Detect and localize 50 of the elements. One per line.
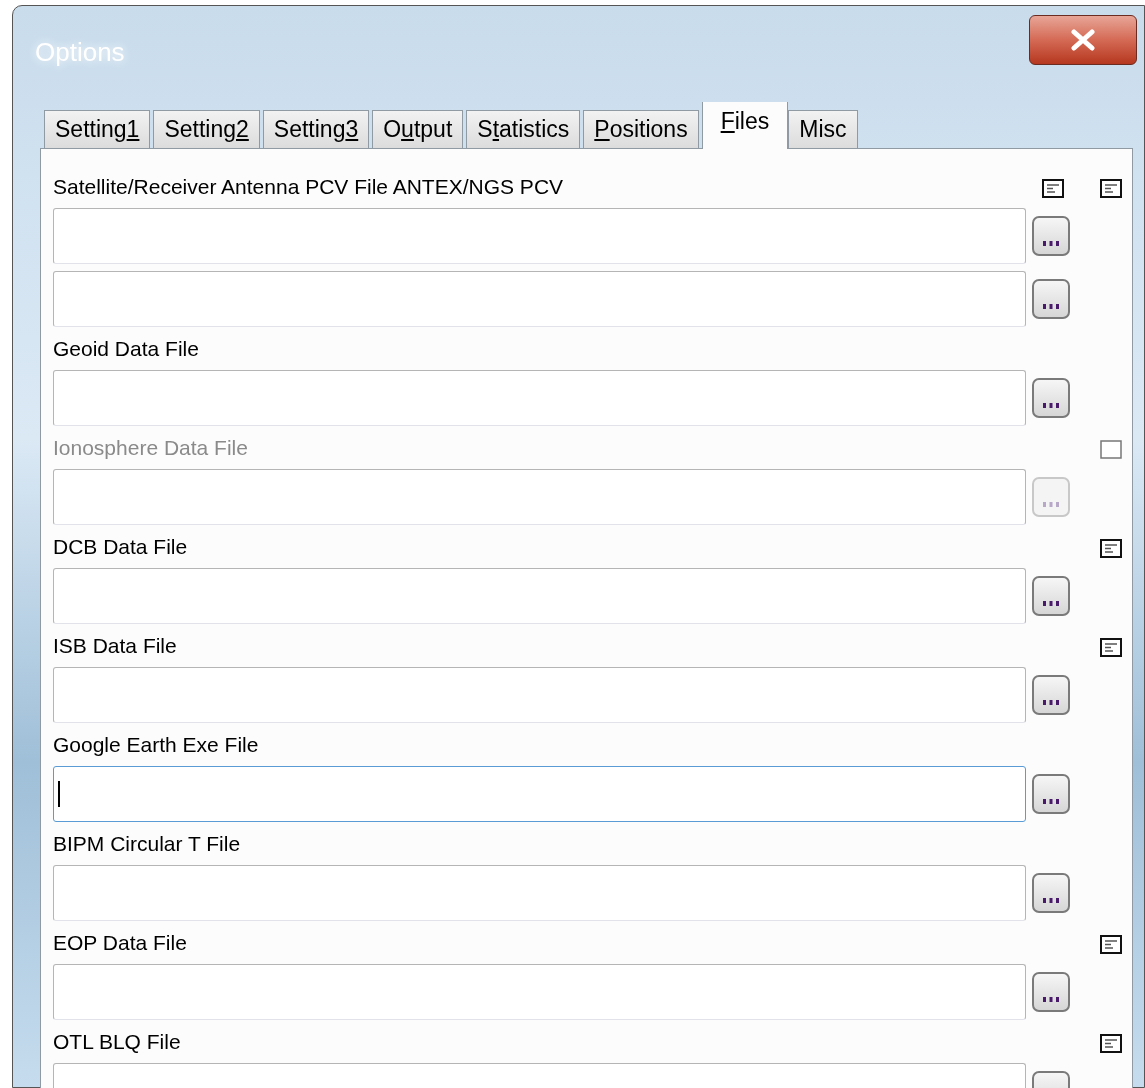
document-icon[interactable] xyxy=(1100,539,1122,558)
tab[interactable]: Output xyxy=(372,110,464,148)
field-label: Geoid Data File xyxy=(53,335,200,362)
document-icon[interactable] xyxy=(1100,638,1122,657)
field-label: Google Earth Exe File xyxy=(53,731,260,758)
browse-button[interactable] xyxy=(1032,216,1070,256)
browse-button[interactable] xyxy=(1032,576,1070,616)
path-field[interactable] xyxy=(53,271,1026,327)
path-field[interactable] xyxy=(53,865,1026,921)
browse-button[interactable] xyxy=(1032,774,1070,814)
tab[interactable]: Setting3 xyxy=(262,110,370,148)
document-icon[interactable] xyxy=(1100,935,1122,954)
tab[interactable]: Files xyxy=(701,102,789,149)
field-label: OTL BLQ File xyxy=(53,1028,182,1055)
browse-button[interactable] xyxy=(1032,279,1070,319)
ellipsis-icon xyxy=(1042,700,1060,705)
browse-button[interactable] xyxy=(1032,873,1070,913)
path-field[interactable] xyxy=(53,370,1026,426)
ellipsis-icon xyxy=(1042,799,1060,804)
browse-button[interactable] xyxy=(1032,675,1070,715)
field-label: ISB Data File xyxy=(53,632,178,659)
close-icon xyxy=(1070,29,1096,51)
path-field[interactable] xyxy=(53,568,1026,624)
close-button[interactable] xyxy=(1029,15,1137,65)
field-label: BIPM Circular T File xyxy=(53,830,242,857)
field-label: DCB Data File xyxy=(53,533,189,560)
document-icon[interactable] xyxy=(1100,179,1122,198)
tab[interactable]: Positions xyxy=(583,110,699,148)
tab[interactable]: Setting1 xyxy=(44,110,151,148)
ellipsis-icon xyxy=(1042,241,1060,246)
ellipsis-icon xyxy=(1042,502,1060,507)
tab[interactable]: Misc xyxy=(788,110,858,148)
tab[interactable]: Setting2 xyxy=(153,110,260,148)
ellipsis-icon xyxy=(1042,997,1060,1002)
path-field[interactable] xyxy=(53,208,1026,264)
path-field[interactable] xyxy=(53,766,1026,822)
path-field[interactable] xyxy=(53,964,1026,1020)
document-icon[interactable] xyxy=(1100,1034,1122,1053)
ellipsis-icon xyxy=(1042,304,1060,309)
path-field[interactable] xyxy=(53,667,1026,723)
field-label: Ionosphere Data File xyxy=(53,434,249,461)
field-label: EOP Data File xyxy=(53,929,188,956)
tab[interactable]: Statistics xyxy=(466,110,581,148)
browse-button[interactable] xyxy=(1032,378,1070,418)
ellipsis-icon xyxy=(1042,403,1060,408)
ellipsis-icon xyxy=(1042,898,1060,903)
document-icon[interactable] xyxy=(1042,179,1064,198)
browse-button[interactable] xyxy=(1032,972,1070,1012)
ellipsis-icon xyxy=(1042,601,1060,606)
field-label: Satellite/Receiver Antenna PCV File ANTEX/NGS PCV xyxy=(53,173,565,200)
